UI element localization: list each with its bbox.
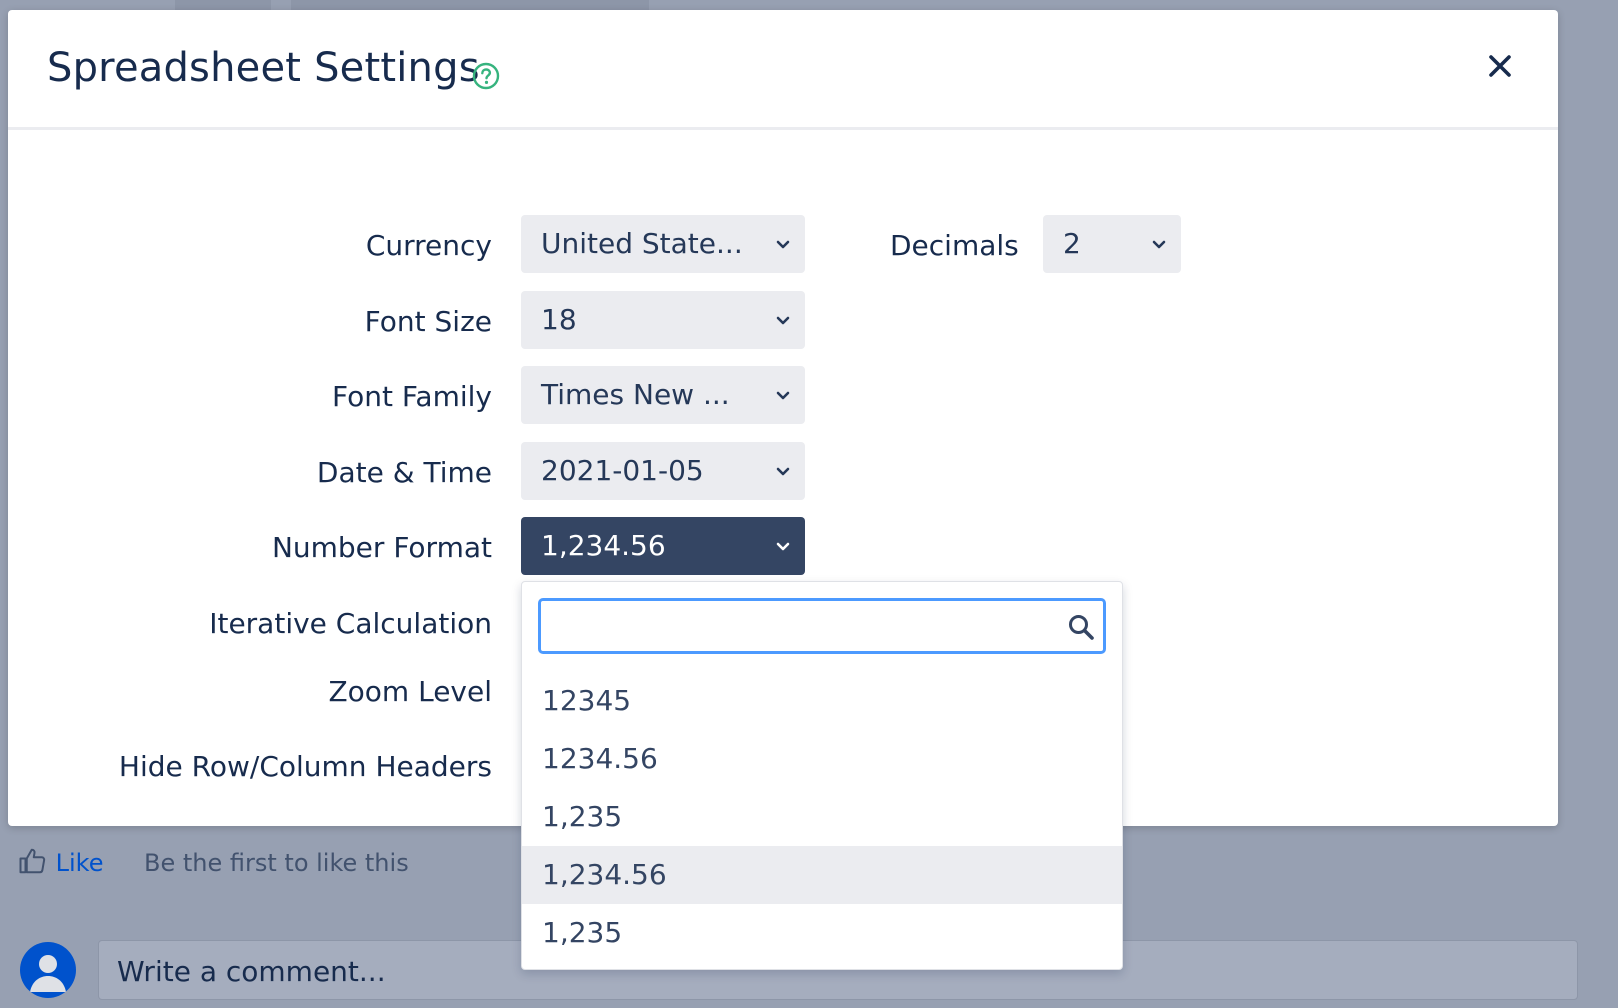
chevron-down-icon: [776, 391, 790, 400]
chevron-down-icon: [1152, 240, 1166, 249]
like-status-text: Be the first to like this: [144, 849, 409, 877]
number-format-value: 1,234.56: [541, 529, 666, 562]
dialog-title: Spreadsheet Settings: [47, 45, 480, 91]
search-icon: [1069, 615, 1094, 640]
font-family-value: Times New ...: [541, 378, 730, 411]
hide-headers-label: Hide Row/Column Headers: [118, 750, 492, 783]
dialog-header: Spreadsheet Settings: [8, 10, 1558, 130]
decimals-value: 2: [1063, 227, 1081, 260]
user-icon: [30, 955, 66, 992]
like-label: Like: [55, 849, 104, 877]
dropdown-option[interactable]: 1234.56: [522, 730, 1122, 788]
date-time-label: Date & Time: [316, 456, 492, 489]
dropdown-search-input[interactable]: [549, 607, 1063, 647]
font-size-label: Font Size: [364, 305, 492, 338]
currency-label: Currency: [365, 229, 492, 262]
chevron-down-icon: [776, 316, 790, 325]
dropdown-option[interactable]: 12345: [522, 672, 1122, 730]
comment-placeholder: Write a comment...: [117, 955, 386, 988]
dropdown-options: 12345 1234.56 1,235 1,234.56 1,235: [522, 672, 1122, 962]
dropdown-option[interactable]: 1,235: [522, 904, 1122, 962]
background-tab: [291, 0, 649, 10]
close-icon[interactable]: [1484, 50, 1516, 82]
number-format-label: Number Format: [271, 531, 492, 564]
date-time-value: 2021-01-05: [541, 454, 704, 487]
number-format-dropdown: 12345 1234.56 1,235 1,234.56 1,235: [521, 581, 1123, 970]
font-size-value: 18: [541, 303, 577, 336]
font-family-select[interactable]: Times New ...: [521, 366, 805, 424]
dropdown-option[interactable]: 1,235: [522, 788, 1122, 846]
decimals-label: Decimals: [890, 229, 1019, 262]
font-family-label: Font Family: [332, 380, 492, 413]
font-size-select[interactable]: 18: [521, 291, 805, 349]
dropdown-search: [538, 598, 1106, 654]
currency-select[interactable]: United State...: [521, 215, 805, 273]
avatar: [20, 942, 76, 998]
thumbs-up-icon: [19, 848, 46, 874]
like-button[interactable]: Like: [18, 846, 104, 877]
decimals-select[interactable]: 2: [1043, 215, 1181, 273]
background-tab: [175, 0, 271, 10]
chevron-down-icon: [776, 467, 790, 476]
currency-value: United State...: [541, 227, 743, 260]
help-icon[interactable]: [472, 62, 500, 90]
dropdown-option[interactable]: 1,234.56: [522, 846, 1122, 904]
chevron-down-icon: [776, 240, 790, 249]
date-time-select[interactable]: 2021-01-05: [521, 442, 805, 500]
number-format-select[interactable]: 1,234.56: [521, 517, 805, 575]
zoom-level-label: Zoom Level: [328, 675, 492, 708]
chevron-down-icon: [776, 542, 790, 551]
iterative-calculation-label: Iterative Calculation: [209, 607, 492, 640]
